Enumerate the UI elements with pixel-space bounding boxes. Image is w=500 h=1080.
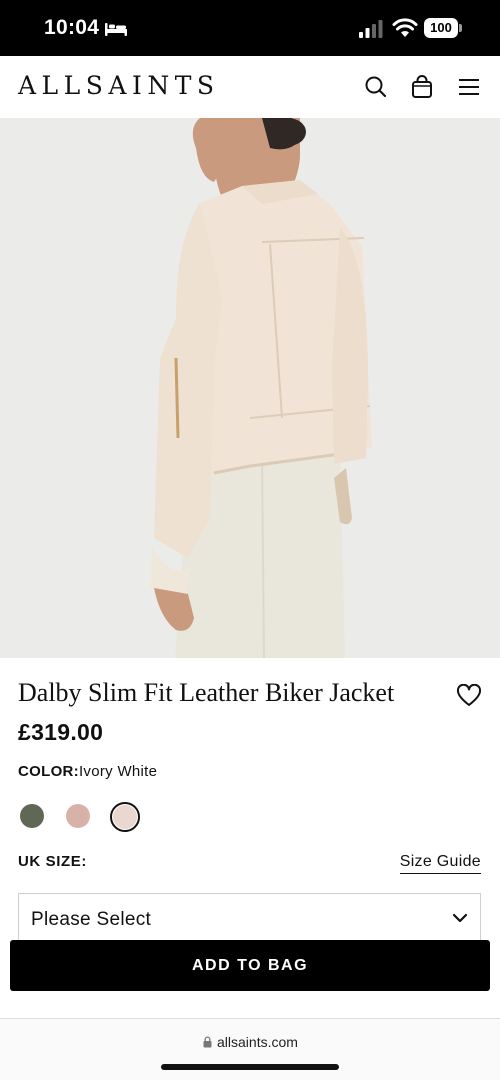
wifi-icon <box>392 18 418 37</box>
swatch-pink[interactable] <box>66 804 90 828</box>
lock-icon <box>203 1036 212 1048</box>
bed-icon <box>105 23 127 36</box>
product-price: £319.00 <box>18 719 104 745</box>
brand-logo[interactable]: ALLSAINTS <box>18 71 220 100</box>
color-value: Ivory White <box>78 763 158 780</box>
color-row: COLOR:Ivory White <box>18 763 157 780</box>
color-label: COLOR: <box>18 763 79 780</box>
signal-icon <box>359 20 383 38</box>
status-bar: 10:04 100 <box>0 0 500 56</box>
chevron-down-icon <box>452 913 468 923</box>
bag-icon[interactable] <box>409 74 435 100</box>
size-select-value: Please Select <box>31 909 152 930</box>
size-select[interactable]: Please Select <box>18 893 481 945</box>
browser-address-bar[interactable]: allsaints.com <box>0 1018 500 1080</box>
site-header: ALLSAINTS <box>0 56 500 118</box>
product-photo <box>0 118 500 658</box>
status-time: 10:04 <box>44 16 100 39</box>
search-icon[interactable] <box>363 74 389 100</box>
battery-level: 100 <box>424 18 458 38</box>
product-image[interactable] <box>0 118 500 658</box>
add-to-bag-button[interactable]: ADD TO BAG <box>10 940 490 991</box>
swatch-selected-ring[interactable] <box>110 802 140 832</box>
url-text: allsaints.com <box>217 1034 298 1050</box>
size-label: UK SIZE: <box>18 853 87 870</box>
heart-icon[interactable] <box>456 684 482 708</box>
battery-icon: 100 <box>424 18 462 38</box>
swatch-olive[interactable] <box>20 804 44 828</box>
size-guide-link[interactable]: Size Guide <box>399 853 481 874</box>
menu-icon[interactable] <box>456 74 482 100</box>
swatch-ivory <box>113 805 137 829</box>
home-indicator[interactable] <box>161 1064 339 1070</box>
product-title: Dalby Slim Fit Leather Biker Jacket <box>18 678 395 707</box>
